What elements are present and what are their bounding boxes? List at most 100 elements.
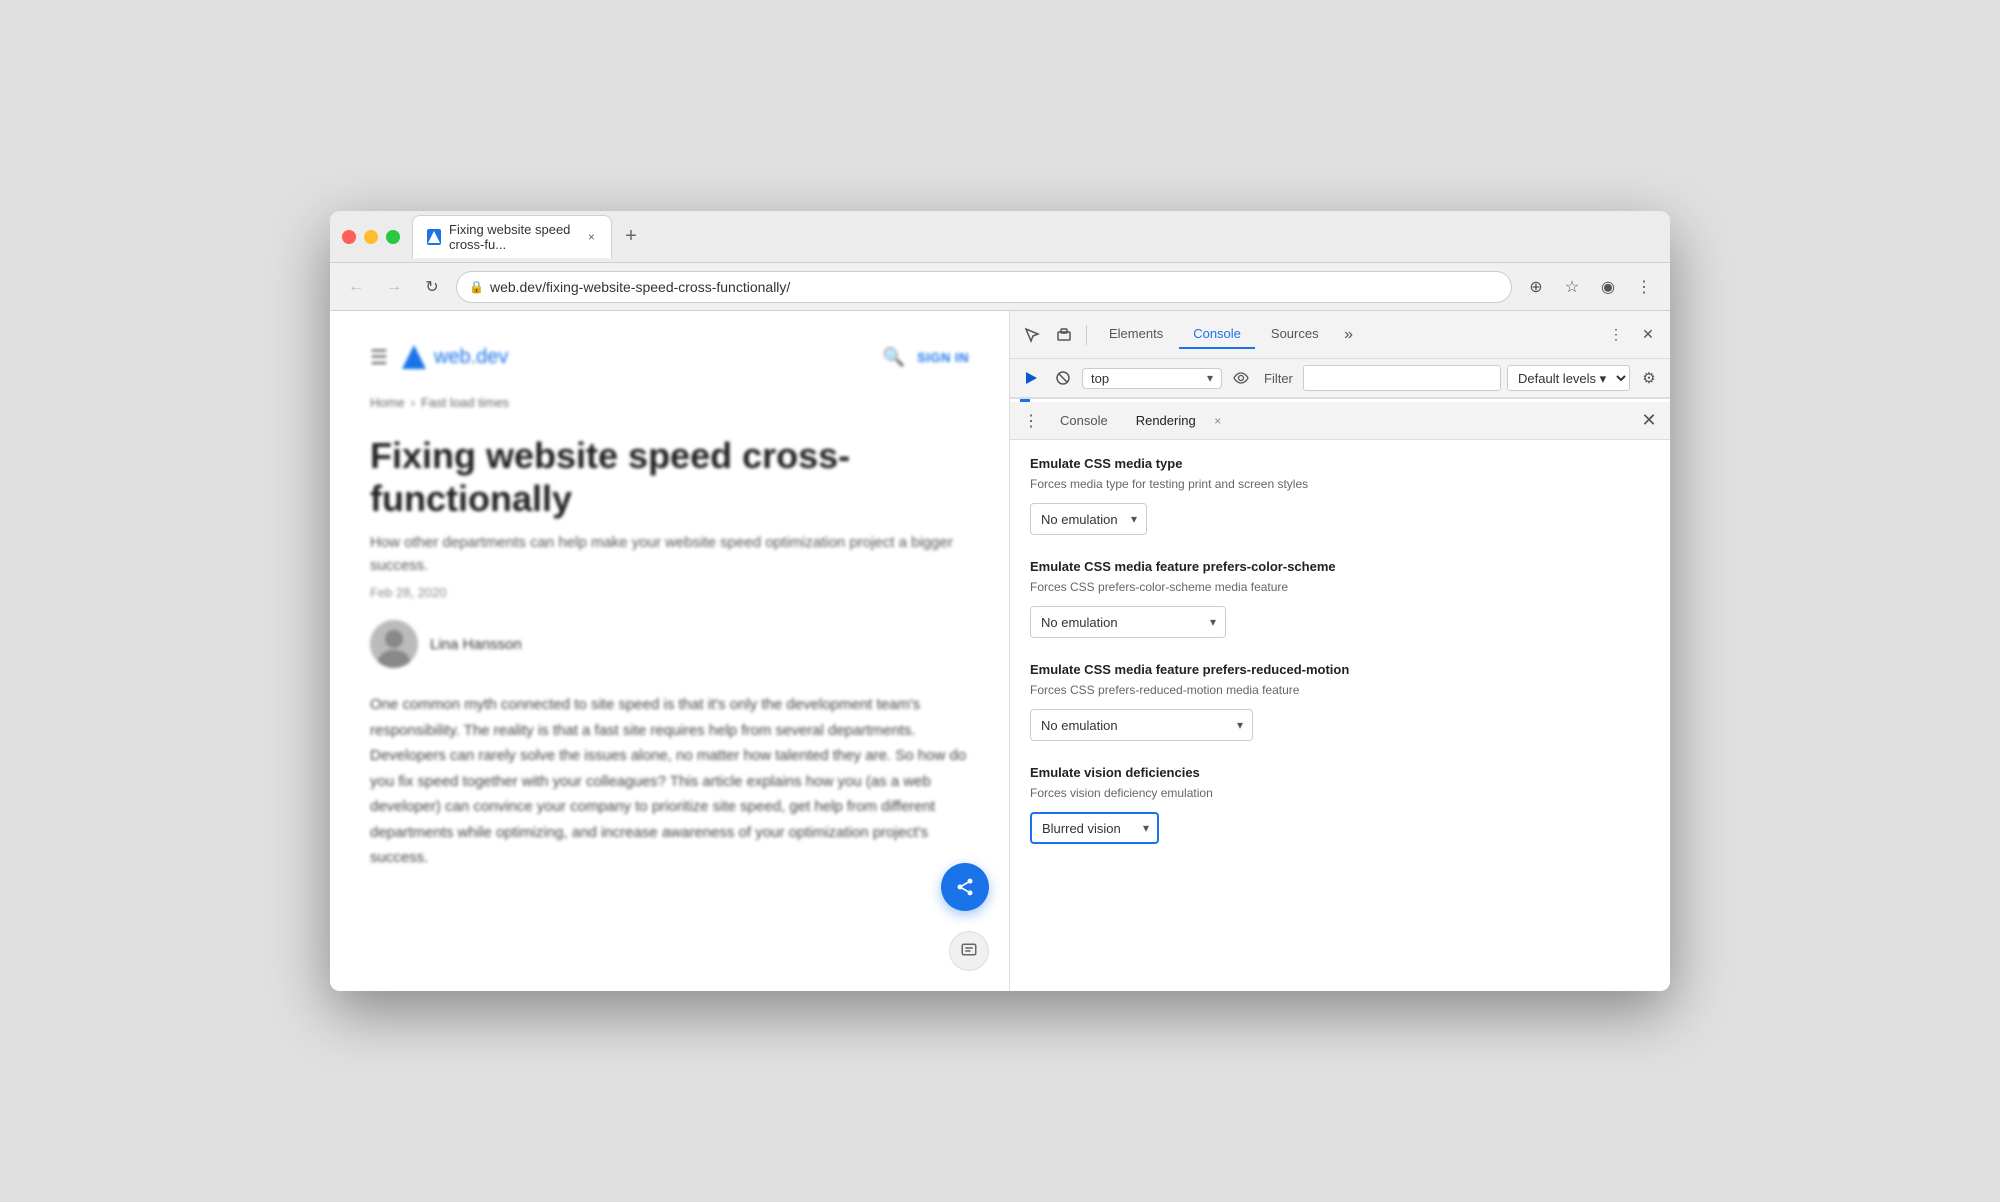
signin-button[interactable]: SIGN IN (917, 350, 969, 365)
traffic-lights (342, 230, 400, 244)
url-text: web.dev/fixing-website-speed-cross-funct… (490, 279, 790, 295)
levels-select[interactable]: Default levels ▾ (1507, 365, 1630, 391)
tab-sources[interactable]: Sources (1257, 320, 1333, 349)
drawer-tab-console[interactable]: Console (1048, 407, 1120, 434)
section-title-prefers-reduced-motion: Emulate CSS media feature prefers-reduce… (1030, 662, 1650, 677)
browser-menu-button[interactable]: ⋮ (1630, 273, 1658, 301)
drawer-tab-close[interactable]: × (1210, 413, 1226, 429)
filter-input[interactable] (1303, 365, 1501, 391)
forward-button[interactable]: → (380, 273, 408, 301)
gear-button[interactable]: ⚙ (1636, 365, 1662, 391)
site-logo: web.dev (400, 343, 509, 371)
site-header: ☰ web.dev 🔍 SIGN IN (370, 331, 969, 383)
section-title-prefers-color-scheme: Emulate CSS media feature prefers-color-… (1030, 559, 1650, 574)
feedback-fab[interactable] (949, 931, 989, 971)
select-wrapper-media-type: No emulationprintscreen (1030, 503, 1147, 535)
emulation-select-prefers-reduced-motion[interactable]: No emulationprefers-reduced-motion: redu… (1030, 709, 1253, 741)
rendering-content: Emulate CSS media type Forces media type … (1010, 440, 1670, 991)
section-title-media-type: Emulate CSS media type (1030, 456, 1650, 471)
reload-button[interactable]: ↻ (418, 273, 446, 301)
address-bar: ← → ↻ 🔒 web.dev/fixing-website-speed-cro… (330, 263, 1670, 311)
author-avatar (370, 620, 418, 668)
tab-elements[interactable]: Elements (1095, 320, 1177, 349)
section-desc-prefers-reduced-motion: Forces CSS prefers-reduced-motion media … (1030, 681, 1650, 699)
devtools-options-button[interactable]: ⋮ (1602, 321, 1630, 349)
element-picker-button[interactable] (1018, 321, 1046, 349)
rendering-section-media-type: Emulate CSS media type Forces media type … (1030, 456, 1650, 535)
emulation-select-vision-deficiencies[interactable]: No emulationBlurred visionProtanopiaDeut… (1030, 812, 1159, 844)
tab-console[interactable]: Console (1179, 320, 1255, 349)
title-bar: Fixing website speed cross-fu... × + (330, 211, 1670, 263)
drawer-tab-rendering[interactable]: Rendering (1124, 407, 1208, 434)
section-desc-media-type: Forces media type for testing print and … (1030, 475, 1650, 493)
new-tab-button[interactable]: + (616, 222, 646, 252)
share-fab[interactable] (941, 863, 989, 911)
emulation-select-prefers-color-scheme[interactable]: No emulationprefers-color-scheme: darkpr… (1030, 606, 1226, 638)
devtools-tabs: Elements Console Sources » (1095, 320, 1598, 349)
select-wrapper-prefers-reduced-motion: No emulationprefers-reduced-motion: redu… (1030, 709, 1253, 741)
article-subtitle: How other departments can help make your… (370, 532, 969, 577)
drawer-rendering-tab-group: Rendering × (1124, 407, 1226, 434)
account-button[interactable]: ◉ (1594, 273, 1622, 301)
article-body: One common myth connected to site speed … (370, 692, 969, 871)
rendering-section-vision-deficiencies: Emulate vision deficiencies Forces vision… (1030, 765, 1650, 844)
section-desc-vision-deficiencies: Forces vision deficiency emulation (1030, 784, 1650, 802)
rendering-section-prefers-reduced-motion: Emulate CSS media feature prefers-reduce… (1030, 662, 1650, 741)
breadcrumb: Home › Fast load times (370, 395, 969, 410)
context-label: top (1091, 371, 1207, 386)
drawer-dots-button[interactable]: ⋮ (1018, 408, 1044, 434)
tab-title: Fixing website speed cross-fu... (449, 222, 578, 252)
author-name: Lina Hansson (430, 636, 522, 653)
drawer-close-button[interactable]: ✕ (1636, 408, 1662, 434)
cast-button[interactable]: ⊕ (1522, 273, 1550, 301)
breadcrumb-separator: › (411, 395, 415, 410)
emulation-select-media-type[interactable]: No emulationprintscreen (1030, 503, 1147, 535)
logo-icon (400, 343, 428, 371)
section-desc-prefers-color-scheme: Forces CSS prefers-color-scheme media fe… (1030, 578, 1650, 596)
article-title: Fixing website speed cross-functionally (370, 434, 969, 520)
back-button[interactable]: ← (342, 273, 370, 301)
main-content: ☰ web.dev 🔍 SIGN IN Home › Fast load tim… (330, 311, 1670, 991)
tab-favicon (427, 229, 441, 245)
toolbar-separator (1086, 325, 1087, 345)
drawer-header: ⋮ Console Rendering × ✕ (1010, 402, 1670, 440)
devtools-toolbar: Elements Console Sources » ⋮ ✕ (1010, 311, 1670, 359)
hamburger-button[interactable]: ☰ (370, 345, 388, 370)
browser-window: Fixing website speed cross-fu... × + ← →… (330, 211, 1670, 991)
breadcrumb-section: Fast load times (421, 395, 509, 410)
device-toolbar-button[interactable] (1050, 321, 1078, 349)
tab-close-button[interactable]: × (586, 229, 597, 245)
select-wrapper-prefers-color-scheme: No emulationprefers-color-scheme: darkpr… (1030, 606, 1226, 638)
context-select-wrapper[interactable]: top ▾ (1082, 368, 1222, 389)
author-section: Lina Hansson (370, 620, 969, 668)
select-wrapper-vision-deficiencies: No emulationBlurred visionProtanopiaDeut… (1030, 812, 1159, 844)
article-date: Feb 28, 2020 (370, 585, 969, 600)
url-bar[interactable]: 🔒 web.dev/fixing-website-speed-cross-fun… (456, 271, 1512, 303)
devtools-toolbar2: top ▾ Filter Default levels ▾ ⚙ (1010, 359, 1670, 399)
logo-text: web.dev (434, 346, 509, 369)
devtools-drawer: ⋮ Console Rendering × ✕ Emulate CSS medi… (1010, 402, 1670, 991)
active-tab[interactable]: Fixing website speed cross-fu... × (412, 215, 612, 258)
lock-icon: 🔒 (469, 280, 484, 294)
eye-button[interactable] (1228, 365, 1254, 391)
traffic-light-green[interactable] (386, 230, 400, 244)
breadcrumb-home[interactable]: Home (370, 395, 405, 410)
filter-label: Filter (1260, 371, 1297, 386)
traffic-light-red[interactable] (342, 230, 356, 244)
drawer-tab-group: Console (1048, 407, 1120, 434)
play-button[interactable] (1018, 365, 1044, 391)
devtools-close-button[interactable]: ✕ (1634, 321, 1662, 349)
address-actions: ⊕ ☆ ◉ ⋮ (1522, 273, 1658, 301)
tabs-bar: Fixing website speed cross-fu... × + (412, 215, 1658, 258)
more-tabs-button[interactable]: » (1335, 321, 1363, 349)
bookmark-button[interactable]: ☆ (1558, 273, 1586, 301)
devtools-panel: Elements Console Sources » ⋮ ✕ (1010, 311, 1670, 991)
webpage-inner: ☰ web.dev 🔍 SIGN IN Home › Fast load tim… (330, 311, 1009, 891)
rendering-section-prefers-color-scheme: Emulate CSS media feature prefers-color-… (1030, 559, 1650, 638)
traffic-light-yellow[interactable] (364, 230, 378, 244)
section-title-vision-deficiencies: Emulate vision deficiencies (1030, 765, 1650, 780)
ban-button[interactable] (1050, 365, 1076, 391)
avatar-image (370, 620, 418, 668)
search-button[interactable]: 🔍 (883, 347, 905, 368)
context-dropdown-icon: ▾ (1207, 371, 1213, 385)
